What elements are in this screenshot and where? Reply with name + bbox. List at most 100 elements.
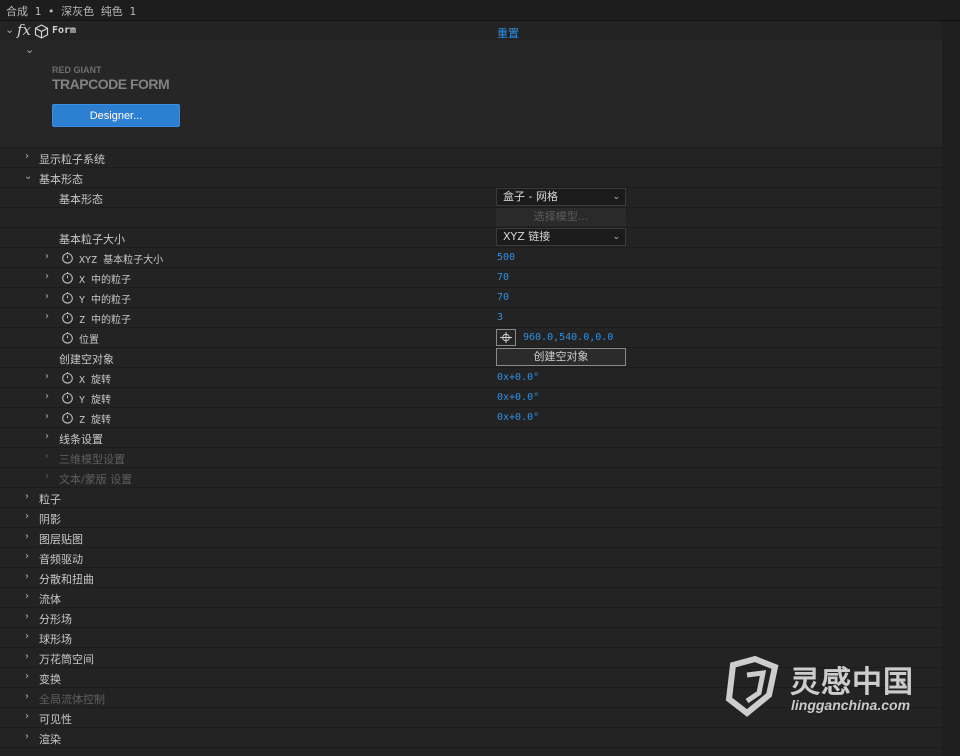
chevron-down-icon[interactable]: ⌄ <box>5 23 14 36</box>
section-rendering[interactable]: › 渲染 <box>0 727 942 747</box>
row-position: · 位置 960.0,540.0,0.0 <box>0 327 942 347</box>
row-create-null: · 创建空对象 创建空对象 <box>0 347 942 367</box>
chevron-right-icon[interactable]: › <box>25 651 29 662</box>
row-label: 音频驱动 <box>39 553 83 566</box>
row-base-form-group[interactable]: ⌄ 基本形态 <box>0 167 942 187</box>
select-model-button[interactable]: 选择模型... <box>496 208 626 226</box>
crosshair-button[interactable] <box>496 329 516 346</box>
stopwatch-icon[interactable] <box>61 391 74 404</box>
chevron-right-icon[interactable]: › <box>45 251 49 262</box>
section-particle[interactable]: › 粒子 <box>0 487 942 507</box>
row-text-mask-settings[interactable]: › 文本/蒙版 设置 <box>0 467 942 487</box>
section-fractal-field[interactable]: › 分形场 <box>0 607 942 627</box>
scrollbar[interactable] <box>942 21 960 756</box>
chevron-right-icon[interactable]: › <box>45 371 49 382</box>
chevron-right-icon[interactable]: › <box>45 411 49 422</box>
chevron-right-icon[interactable]: › <box>45 471 49 482</box>
watermark-brand: 灵感中国 <box>790 665 914 700</box>
row-label: 全局流体控制 <box>39 693 105 706</box>
z-rotation-value[interactable]: 0x+0.0° <box>497 412 539 423</box>
section-audio-react[interactable]: › 音频驱动 <box>0 547 942 567</box>
section-disperse-twist[interactable]: › 分散和扭曲 <box>0 567 942 587</box>
chevron-right-icon[interactable]: › <box>45 271 49 282</box>
reset-link[interactable]: 重置 <box>497 25 519 41</box>
row-label: 显示粒子系统 <box>39 153 105 166</box>
stopwatch-icon[interactable] <box>61 251 74 264</box>
row-label: Y 中的粒子 <box>79 295 132 306</box>
section-layer-maps[interactable]: › 图层贴图 <box>0 527 942 547</box>
row-particles-in-z[interactable]: › Z 中的粒子 3 <box>0 307 942 327</box>
row-xyz-size[interactable]: › XYZ 基本粒子大小 500 <box>0 247 942 267</box>
xyz-size-value[interactable]: 500 <box>497 252 515 263</box>
chevron-right-icon[interactable]: › <box>25 691 29 702</box>
chevron-down-icon[interactable]: ⌄ <box>25 43 34 56</box>
stopwatch-icon[interactable] <box>61 271 74 284</box>
row-particles-in-y[interactable]: › Y 中的粒子 70 <box>0 287 942 307</box>
chevron-right-icon[interactable]: › <box>25 551 29 562</box>
position-value[interactable]: 960.0,540.0,0.0 <box>523 332 613 343</box>
fx-icon[interactable]: fx <box>17 21 31 39</box>
effect-header-row[interactable]: ⌄ fx Form 重置 <box>0 21 942 41</box>
row-label: Z 旋转 <box>79 415 112 426</box>
chevron-right-icon[interactable]: › <box>25 631 29 642</box>
stopwatch-icon[interactable] <box>61 311 74 324</box>
row-label: 流体 <box>39 593 61 606</box>
stopwatch-icon[interactable] <box>61 291 74 304</box>
chevron-right-icon[interactable]: › <box>45 291 49 302</box>
chevron-down-icon[interactable]: ⌄ <box>24 171 32 182</box>
chevron-right-icon[interactable]: › <box>25 591 29 602</box>
chevron-right-icon[interactable]: › <box>25 531 29 542</box>
row-show-particle-system[interactable]: › 显示粒子系统 <box>0 147 942 167</box>
section-fluid[interactable]: › 流体 <box>0 587 942 607</box>
effect-name: Form <box>52 25 77 36</box>
row-label: Y 旋转 <box>79 395 112 406</box>
particles-x-value[interactable]: 70 <box>497 272 509 283</box>
chevron-right-icon[interactable]: › <box>45 311 49 322</box>
y-rotation-value[interactable]: 0x+0.0° <box>497 392 539 403</box>
chevron-right-icon[interactable]: › <box>25 571 29 582</box>
row-label: 渲染 <box>39 733 61 746</box>
chevron-down-icon: ⌄ <box>612 232 620 242</box>
designer-button[interactable]: Designer... <box>52 104 180 127</box>
stopwatch-icon[interactable] <box>61 371 74 384</box>
row-y-rotation[interactable]: › Y 旋转 0x+0.0° <box>0 387 942 407</box>
chevron-right-icon[interactable]: › <box>45 431 49 442</box>
chevron-right-icon[interactable]: › <box>25 151 29 162</box>
stopwatch-icon[interactable] <box>61 411 74 424</box>
row-z-rotation[interactable]: › Z 旋转 0x+0.0° <box>0 407 942 427</box>
create-null-button[interactable]: 创建空对象 <box>496 348 626 366</box>
stopwatch-icon[interactable] <box>61 331 74 344</box>
particles-y-value[interactable]: 70 <box>497 292 509 303</box>
chevron-right-icon[interactable]: › <box>25 511 29 522</box>
cube-icon <box>34 24 49 39</box>
row-label: 球形场 <box>39 633 72 646</box>
crosshair-icon <box>500 332 512 343</box>
chevron-right-icon[interactable]: › <box>25 671 29 682</box>
base-form-select[interactable]: 盒子 - 网格 ⌄ <box>496 188 626 206</box>
particles-z-value[interactable]: 3 <box>497 312 503 323</box>
row-obj-settings[interactable]: › 三维模型设置 <box>0 447 942 467</box>
section-spherical-field[interactable]: › 球形场 <box>0 627 942 647</box>
particle-size-select[interactable]: XYZ 链接 ⌄ <box>496 228 626 246</box>
row-label: 基本形态 <box>59 193 103 206</box>
chevron-down-icon: ⌄ <box>612 192 620 202</box>
row-x-rotation[interactable]: › X 旋转 0x+0.0° <box>0 367 942 387</box>
select-value: XYZ 链接 <box>503 230 551 243</box>
select-value: 盒子 - 网格 <box>503 190 558 203</box>
chevron-right-icon[interactable]: › <box>25 731 29 742</box>
row-string-settings[interactable]: › 线条设置 <box>0 427 942 447</box>
chevron-right-icon[interactable]: › <box>25 491 29 502</box>
chevron-right-icon[interactable]: › <box>45 391 49 402</box>
row-base-form: · 基本形态 盒子 - 网格 ⌄ <box>0 187 942 207</box>
row-label: 三维模型设置 <box>59 453 125 466</box>
row-particles-in-x[interactable]: › X 中的粒子 70 <box>0 267 942 287</box>
chevron-right-icon[interactable]: › <box>45 451 49 462</box>
composition-header: 合成 1 • 深灰色 纯色 1 <box>0 0 960 21</box>
x-rotation-value[interactable]: 0x+0.0° <box>497 372 539 383</box>
chevron-right-icon[interactable]: › <box>25 611 29 622</box>
logo-product: TRAPCODE FORM <box>52 76 170 92</box>
tree-dot: · <box>45 232 48 241</box>
chevron-right-icon[interactable]: › <box>25 711 29 722</box>
section-shading[interactable]: › 阴影 <box>0 507 942 527</box>
row-label: X 中的粒子 <box>79 275 132 286</box>
